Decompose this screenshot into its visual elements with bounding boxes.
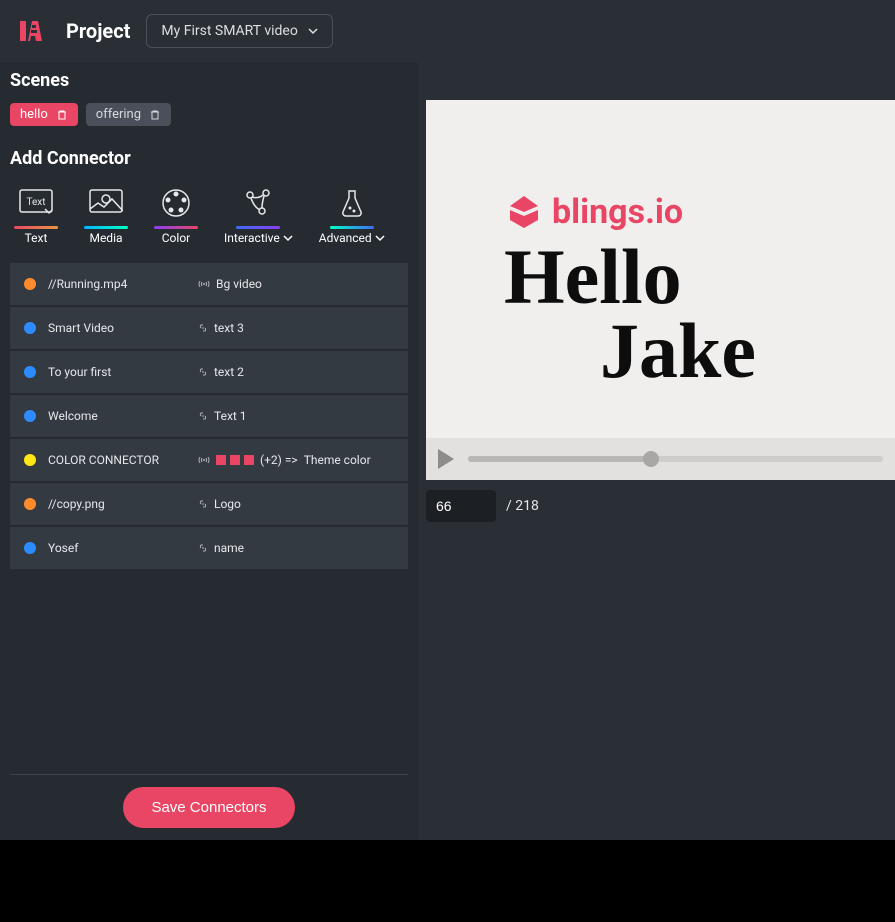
connector-name: Welcome (48, 409, 198, 423)
status-dot (24, 454, 36, 466)
connector-type-media[interactable]: Media (84, 181, 128, 245)
trash-icon[interactable] (149, 109, 161, 121)
save-connectors-button[interactable]: Save Connectors (123, 787, 294, 828)
connector-list: //Running.mp4 Bg video Smart Video text … (10, 263, 408, 762)
brand-text: blings.io (552, 192, 683, 232)
chevron-down-icon (308, 26, 318, 36)
link-icon (198, 367, 208, 377)
total-frames: / 218 (506, 498, 539, 514)
connector-row[interactable]: Welcome Text 1 (10, 395, 408, 437)
connector-type-label: Interactive (224, 231, 293, 245)
connector-type-text[interactable]: Text Text (14, 181, 58, 245)
svg-text:Text: Text (26, 197, 45, 208)
connector-name: //copy.png (48, 497, 198, 511)
current-frame-input[interactable] (426, 490, 496, 522)
connector-type-color[interactable]: Color (154, 181, 198, 245)
play-button[interactable] (438, 449, 454, 469)
connector-type-label: Color (162, 231, 190, 245)
chevron-down-icon (375, 233, 385, 243)
player-controls (426, 438, 895, 480)
connector-target: text 2 (198, 365, 244, 379)
brand-icon (504, 192, 544, 232)
project-dropdown[interactable]: My First SMART video (146, 14, 332, 48)
project-name: My First SMART video (161, 23, 297, 39)
status-dot (24, 278, 36, 290)
hero-line1: Hello (504, 240, 895, 314)
connector-type-label: Media (89, 231, 122, 245)
brand-logo: blings.io (504, 192, 895, 232)
chevron-down-icon (283, 233, 293, 243)
status-dot (24, 322, 36, 334)
connector-target: name (198, 541, 244, 555)
connector-target: text 3 (198, 321, 244, 335)
status-dot (24, 410, 36, 422)
hero-text: Hello Jake (504, 240, 895, 388)
link-icon (198, 323, 208, 333)
seek-track[interactable] (468, 456, 883, 462)
broadcast-icon (198, 279, 210, 289)
sidebar: Scenes hello offering Add Connector Text… (0, 0, 418, 840)
connector-row[interactable]: //Running.mp4 Bg video (10, 263, 408, 305)
color-icon (154, 181, 198, 225)
scene-tag-offering[interactable]: offering (86, 103, 171, 126)
link-icon (198, 411, 208, 421)
connector-type-label: Text (25, 231, 48, 245)
interactive-icon (236, 181, 280, 225)
connector-name: //Running.mp4 (48, 277, 198, 291)
connector-type-label: Advanced (319, 231, 385, 245)
connector-name: To your first (48, 365, 198, 379)
connector-row[interactable]: COLOR CONNECTOR (+2) => Theme color (10, 439, 408, 481)
status-dot (24, 542, 36, 554)
connector-row[interactable]: //copy.png Logo (10, 483, 408, 525)
connector-name: Smart Video (48, 321, 198, 335)
frame-counter: / 218 (426, 490, 895, 522)
connector-target: Logo (198, 497, 241, 511)
seek-fill (468, 456, 651, 462)
app-logo-icon (14, 13, 50, 49)
scene-tag-hello[interactable]: hello (10, 103, 78, 126)
connector-target: Bg video (198, 277, 262, 291)
trash-icon[interactable] (56, 109, 68, 121)
scene-tag-label: offering (96, 107, 141, 122)
connector-name: COLOR CONNECTOR (48, 453, 198, 467)
connector-row[interactable]: To your first text 2 (10, 351, 408, 393)
advanced-icon (330, 181, 374, 225)
connector-target: (+2) => Theme color (198, 453, 371, 467)
hero-line2: Jake (504, 314, 895, 388)
text-icon: Text (14, 181, 58, 225)
link-icon (198, 499, 208, 509)
status-dot (24, 366, 36, 378)
connector-name: Yosef (48, 541, 198, 555)
divider (10, 774, 408, 775)
link-icon (198, 543, 208, 553)
app-header: Project My First SMART video (0, 0, 895, 62)
seek-handle[interactable] (643, 451, 659, 467)
video-preview: blings.io Hello Jake (426, 100, 895, 480)
preview-area: blings.io Hello Jake / 218 (418, 0, 895, 840)
scene-tags: hello offering (10, 103, 408, 126)
add-connector-title: Add Connector (10, 148, 408, 169)
connector-type-interactive[interactable]: Interactive (224, 181, 293, 245)
scenes-title: Scenes (10, 70, 408, 91)
scene-tag-label: hello (20, 107, 48, 122)
connector-type-advanced[interactable]: Advanced (319, 181, 385, 245)
color-swatches (216, 455, 254, 465)
connector-row[interactable]: Yosef name (10, 527, 408, 569)
connector-types: Text Text Media Color (10, 181, 408, 245)
status-dot (24, 498, 36, 510)
project-label: Project (66, 19, 130, 43)
broadcast-icon (198, 455, 210, 465)
connector-row[interactable]: Smart Video text 3 (10, 307, 408, 349)
connector-target: Text 1 (198, 409, 247, 423)
media-icon (84, 181, 128, 225)
